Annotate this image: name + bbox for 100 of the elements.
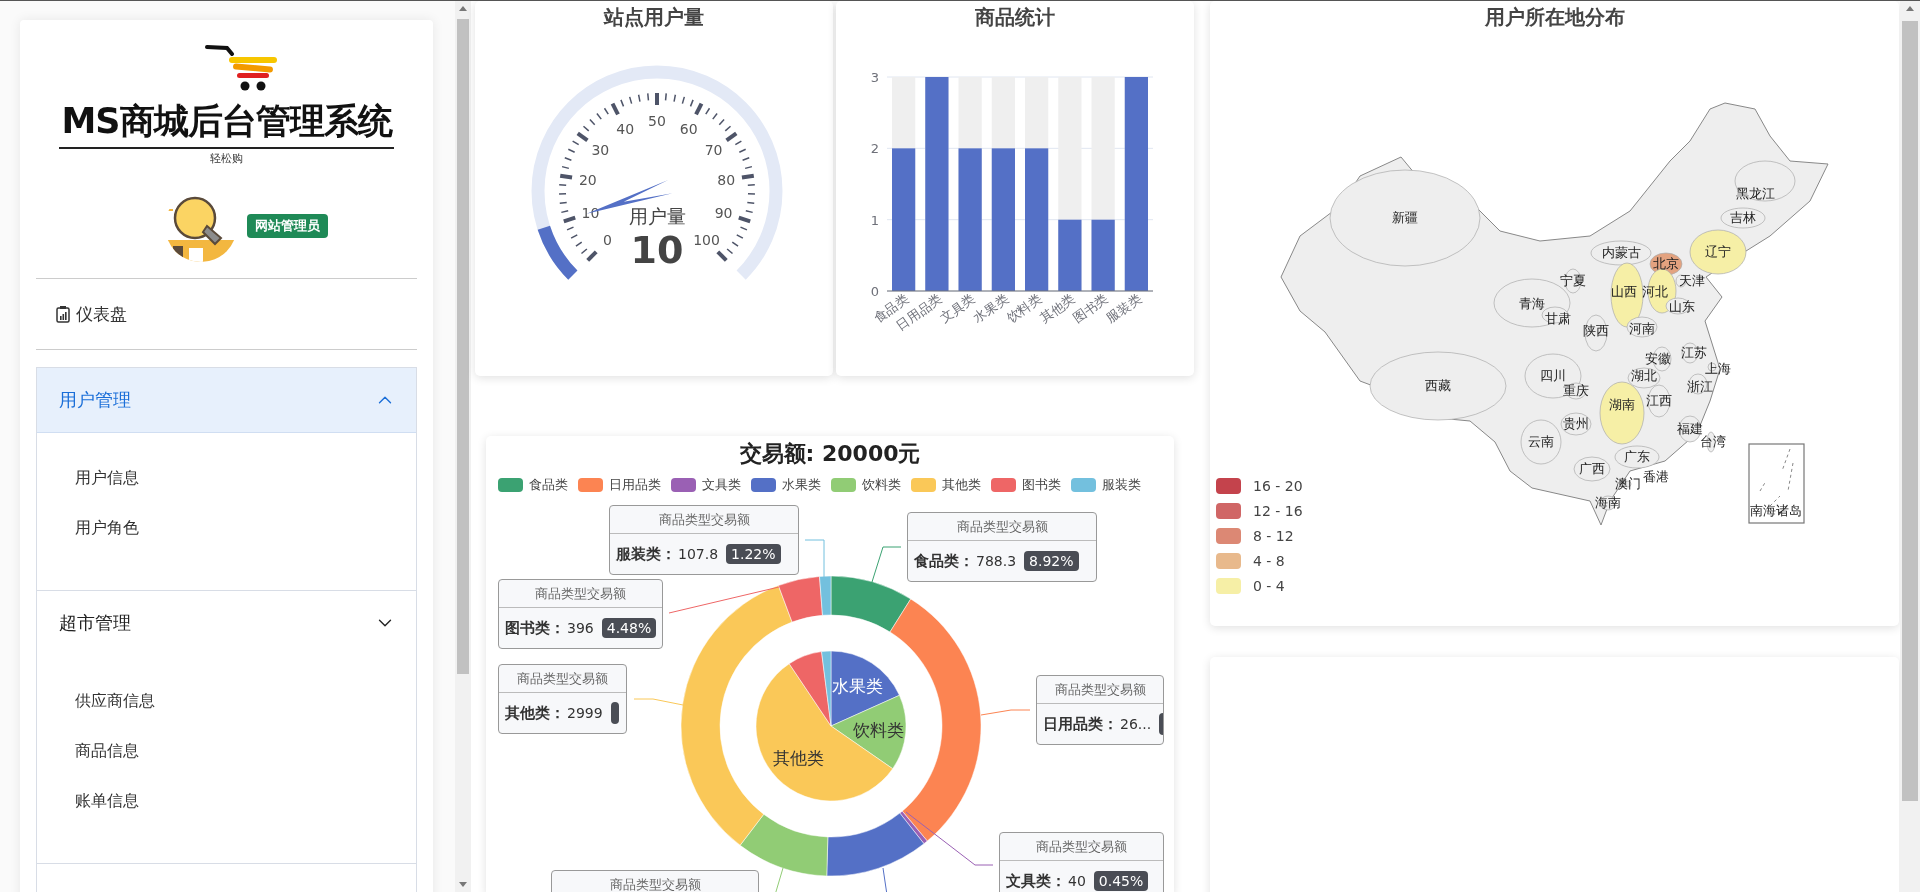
menu-item[interactable]: 用户信息: [37, 453, 416, 503]
callout-header: 商品类型交易额: [552, 871, 758, 892]
callout-name: 图书类：: [505, 618, 565, 638]
legend-label: 8 - 12: [1253, 528, 1294, 544]
map-label: 山西: [1611, 283, 1637, 301]
gauge-tick-label: 80: [717, 172, 736, 189]
map-label: 天津: [1679, 272, 1705, 290]
clipboard-icon: [56, 305, 70, 323]
map-label: 河南: [1629, 320, 1655, 338]
pie-label: 饮料类: [853, 718, 905, 742]
map-label: 福建: [1677, 420, 1703, 436]
legend-item[interactable]: 饮料类: [831, 476, 901, 494]
leader-line: [804, 539, 825, 579]
menu-item[interactable]: 用户角色: [37, 503, 416, 553]
map-label: 浙江: [1687, 378, 1713, 396]
legend-swatch[interactable]: [1216, 503, 1241, 519]
scrollbar-track[interactable]: [1900, 1, 1920, 892]
legend-item[interactable]: 文具类: [671, 476, 741, 494]
role-badge: 网站管理员: [247, 214, 328, 238]
percent-badge: 0.45%: [1093, 871, 1149, 891]
percent-badge: 4.48%: [601, 618, 657, 638]
legend-label: 4 - 8: [1253, 553, 1285, 569]
gauge-tick-label: 10: [581, 204, 600, 221]
map-label: 广东: [1624, 448, 1650, 466]
map-label: 甘肃: [1545, 310, 1571, 328]
legend-swatch[interactable]: [1216, 553, 1241, 569]
legend-swatch[interactable]: [1216, 478, 1241, 494]
callout-header: 商品类型交易额: [499, 665, 626, 693]
menu-item[interactable]: 供应商信息: [37, 676, 416, 726]
leader-line: [774, 867, 784, 892]
map-label: 宁夏: [1560, 272, 1586, 290]
legend-swatch[interactable]: [1216, 578, 1241, 594]
map-label: 湖南: [1609, 396, 1635, 414]
map-label: 江苏: [1681, 344, 1707, 362]
scrollbar-thumb[interactable]: [457, 19, 469, 674]
legend-item[interactable]: 服装类: [1071, 476, 1141, 494]
card-title: 用户所在地分布: [1483, 4, 1626, 31]
map-label: 海南: [1595, 494, 1621, 512]
gauge-tick-label: 60: [679, 120, 698, 137]
map-label: 四川: [1540, 367, 1566, 384]
menu-group-header[interactable]: 用户管理: [37, 368, 416, 433]
leader-line: [980, 709, 1031, 716]
map-label: 云南: [1528, 433, 1554, 451]
gauge-tick-label: 40: [616, 120, 635, 137]
legend-item[interactable]: 图书类: [991, 476, 1061, 494]
scroll-down-icon[interactable]: [459, 882, 467, 887]
leader-line: [633, 698, 684, 706]
legend-label: 0 - 4: [1253, 578, 1285, 594]
scrollbar-thumb[interactable]: [1902, 21, 1918, 801]
nav-item[interactable]: 仪表盘: [36, 279, 417, 349]
map-label: 黑龙江: [1735, 185, 1775, 203]
scrollbar-track[interactable]: [455, 1, 471, 892]
axis-label: 2: [870, 141, 879, 157]
legend-item[interactable]: 水果类: [751, 476, 821, 494]
map-label: 江西: [1646, 392, 1672, 410]
card-title: 商品统计: [974, 4, 1056, 31]
gauge-tick-label: 50: [648, 113, 666, 129]
gauge-value: 10: [630, 228, 684, 272]
legend-item[interactable]: 食品类: [498, 476, 568, 494]
bar: [1091, 219, 1115, 291]
callout-header: 商品类型交易额: [908, 513, 1096, 541]
scroll-up-icon[interactable]: [459, 6, 467, 11]
map-label: 河北: [1642, 283, 1668, 301]
map-label: 湖北: [1631, 367, 1657, 385]
cart-icon: [204, 44, 279, 92]
percent-badge: [610, 702, 619, 724]
gauge-tick-label: 70: [704, 141, 723, 158]
logo-subtitle: 轻松购: [210, 151, 243, 166]
leader-line: [871, 546, 902, 583]
map-label: 吉林: [1730, 209, 1756, 227]
callout-name: 日用品类：: [1043, 714, 1118, 734]
callout-header: 商品类型交易额: [610, 506, 798, 534]
callout-name: 服装类：: [616, 544, 676, 564]
menu-item[interactable]: 账单信息: [37, 776, 416, 826]
legend-item[interactable]: 日用品类: [578, 476, 661, 494]
percent-badge: 8.92%: [1024, 551, 1079, 571]
map-label: 新疆: [1392, 209, 1418, 227]
legend-item[interactable]: 其他类: [911, 476, 981, 494]
pie-label: 水果类: [831, 674, 883, 698]
bar: [1058, 219, 1082, 291]
callout-header: 商品类型交易额: [1000, 833, 1163, 861]
callout-header: 商品类型交易额: [499, 580, 662, 608]
axis-label: 0: [870, 284, 879, 299]
callout-value: 788.3: [976, 553, 1017, 569]
map-label: 山东: [1669, 298, 1695, 316]
logo-title: MS商城后台管理系统: [59, 98, 394, 149]
pie-label: 其他类: [773, 746, 825, 770]
callout-value: 396: [567, 620, 594, 636]
callout-name: 其他类：: [505, 703, 565, 723]
callout-value: 2999: [567, 705, 603, 721]
callout-header: 商品类型交易额: [1037, 676, 1163, 704]
scroll-up-icon[interactable]: [1906, 6, 1914, 11]
menu-item[interactable]: 商品信息: [37, 726, 416, 776]
legend-swatch[interactable]: [1216, 528, 1241, 544]
card-title: 交易额: 20000元: [738, 440, 922, 468]
callout-value: 26...: [1120, 716, 1152, 732]
axis-label: 3: [870, 70, 879, 85]
gauge-tick-label: 0: [603, 232, 612, 249]
card-title: 站点用户量: [602, 4, 705, 31]
map-label: 重庆: [1563, 382, 1589, 400]
